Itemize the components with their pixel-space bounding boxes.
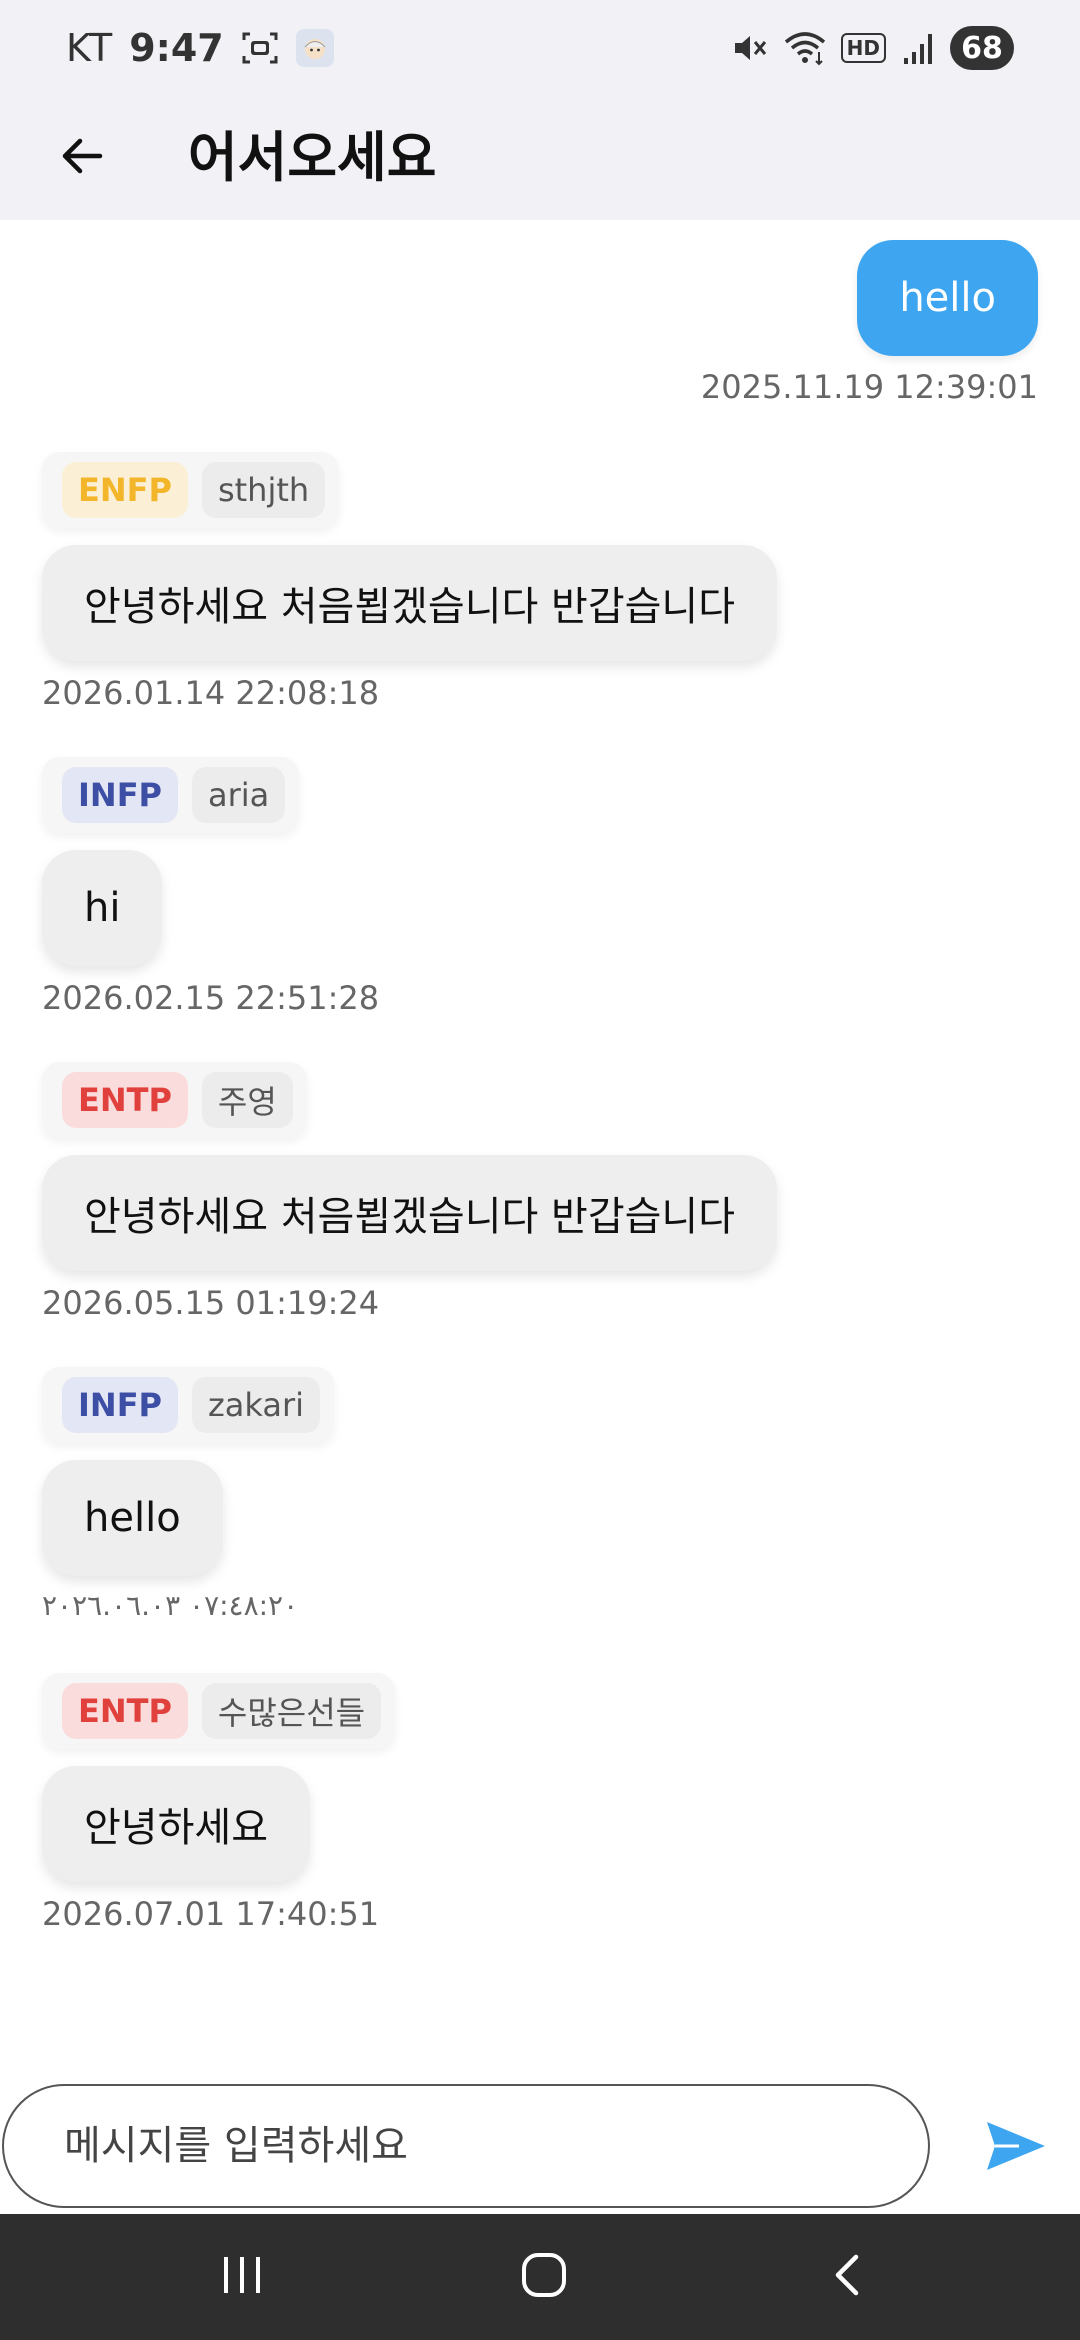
system-nav-bar bbox=[0, 2214, 1080, 2340]
send-icon bbox=[985, 2118, 1047, 2178]
message-timestamp: 2026.07.01 17:40:51 bbox=[42, 1895, 380, 1933]
sender-info: INFP aria bbox=[42, 757, 300, 833]
wifi-icon bbox=[783, 28, 827, 68]
app-bar: 어서오세요 bbox=[0, 96, 1080, 220]
sender-nickname[interactable]: 주영 bbox=[201, 1072, 293, 1128]
message-timestamp: 2026.01.14 22:08:18 bbox=[42, 674, 380, 712]
message-input[interactable] bbox=[2, 2084, 930, 2208]
page-title: 어서오세요 bbox=[188, 126, 437, 189]
status-right: HD 68 bbox=[729, 26, 1014, 70]
sender-info: INFP zakari bbox=[42, 1367, 335, 1443]
message-composer bbox=[0, 2080, 1080, 2214]
recents-button[interactable] bbox=[200, 2235, 284, 2319]
carrier-label: KT bbox=[66, 26, 114, 70]
back-button[interactable] bbox=[46, 122, 118, 194]
sender-info: ENFP sthjth bbox=[42, 452, 340, 528]
chat-list[interactable]: hello 2025.11.19 12:39:01 ENFP sthjth 안녕… bbox=[0, 220, 1080, 2080]
incoming-message-bubble[interactable]: hi bbox=[42, 850, 163, 966]
outgoing-message-bubble[interactable]: hello bbox=[857, 240, 1038, 356]
sender-nickname[interactable]: 수많은선들 bbox=[201, 1683, 382, 1739]
message-timestamp: 2026.05.15 01:19:24 bbox=[42, 1284, 380, 1322]
signal-icon bbox=[900, 30, 936, 66]
sender-nickname[interactable]: sthjth bbox=[201, 462, 326, 518]
home-icon bbox=[520, 2251, 568, 2303]
incoming-message-bubble[interactable]: 안녕하세요 처음뵙겠습니다 반갑습니다 bbox=[42, 1155, 778, 1271]
back-nav-button[interactable] bbox=[806, 2235, 890, 2319]
battery-icon: 68 bbox=[950, 26, 1014, 70]
mbti-badge: INFP bbox=[62, 767, 178, 823]
status-left: KT 9:47 bbox=[66, 26, 334, 70]
mbti-badge: ENFP bbox=[62, 462, 188, 518]
incoming-message-bubble[interactable]: 안녕하세요 처음뵙겠습니다 반갑습니다 bbox=[42, 545, 778, 661]
message-timestamp: 2026.02.15 22:51:28 bbox=[42, 979, 380, 1017]
back-icon bbox=[828, 2251, 868, 2303]
status-bar: KT 9:47 HD 68 bbox=[0, 0, 1080, 96]
mbti-badge: ENTP bbox=[62, 1072, 188, 1128]
screenshot-icon bbox=[240, 28, 280, 68]
incoming-message-bubble[interactable]: 안녕하세요 bbox=[42, 1766, 310, 1882]
sender-info: ENTP 수많은선들 bbox=[42, 1673, 396, 1749]
recents-icon bbox=[218, 2253, 266, 2301]
message-timestamp: 2025.11.19 12:39:01 bbox=[700, 368, 1038, 406]
hd-icon: HD bbox=[840, 33, 886, 63]
mute-icon bbox=[729, 28, 769, 68]
status-time: 9:47 bbox=[129, 26, 224, 70]
face-icon bbox=[295, 29, 334, 67]
sender-nickname[interactable]: zakari bbox=[192, 1377, 321, 1433]
sender-info: ENTP 주영 bbox=[42, 1062, 307, 1138]
arrow-left-icon bbox=[58, 132, 106, 184]
mbti-badge: INFP bbox=[62, 1377, 178, 1433]
message-timestamp: ٠٧:٤٨:٢٠ ٢٠٢٦.٠٦.٠٣ bbox=[42, 1589, 299, 1622]
mbti-badge: ENTP bbox=[62, 1683, 188, 1739]
sender-nickname[interactable]: aria bbox=[192, 767, 286, 823]
incoming-message-bubble[interactable]: hello bbox=[42, 1460, 223, 1576]
home-button[interactable] bbox=[502, 2235, 586, 2319]
send-button[interactable] bbox=[978, 2110, 1054, 2186]
